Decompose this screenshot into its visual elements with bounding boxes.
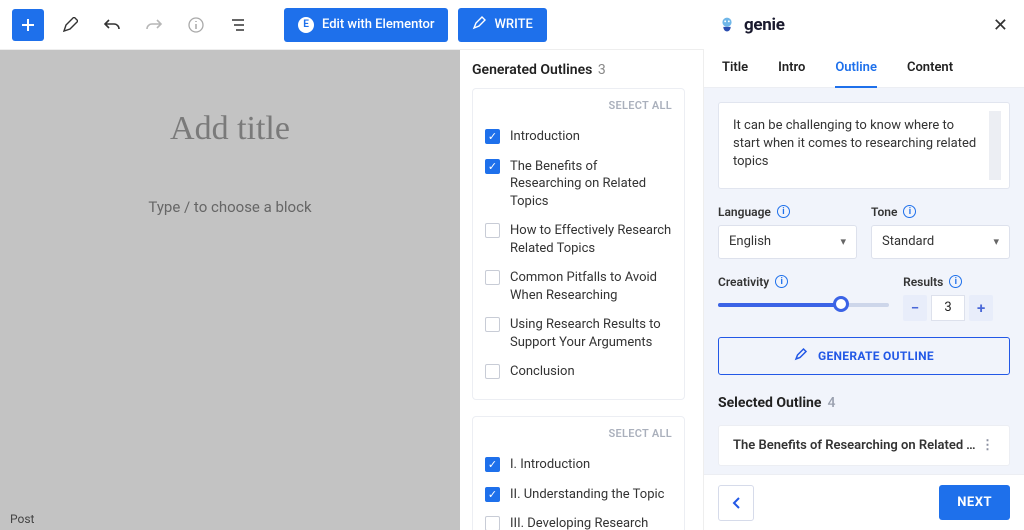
select-all-button[interactable]: SELECT ALL (485, 427, 672, 440)
checkbox[interactable] (485, 129, 500, 144)
back-button[interactable] (718, 485, 754, 521)
generated-outlines-heading: Generated Outlines 3 (472, 62, 685, 78)
outline-option[interactable]: Using Research Results to Support Your A… (485, 310, 672, 357)
outline-group-2: SELECT ALL I. Introduction II. Understand… (472, 416, 685, 530)
selected-outline-heading: Selected Outline 4 (718, 395, 1010, 411)
language-select[interactable]: English▾ (718, 225, 857, 259)
kebab-icon[interactable]: ⋮ (981, 438, 995, 453)
creativity-label: Creativityi (718, 275, 889, 289)
outline-option-label: Conclusion (510, 363, 575, 381)
write-label: WRITE (494, 17, 532, 32)
checkbox[interactable] (485, 270, 500, 285)
checkbox[interactable] (485, 159, 500, 174)
editor-canvas: Add title Type / to choose a block Post (0, 50, 460, 530)
tab-title[interactable]: Title (722, 50, 748, 87)
checkbox[interactable] (485, 223, 500, 238)
undo-button[interactable] (96, 9, 128, 41)
genie-tabs: Title Intro Outline Content (704, 50, 1024, 88)
results-value: 3 (931, 295, 965, 321)
checkbox[interactable] (485, 487, 500, 502)
outline-option[interactable]: The Benefits of Researching on Related T… (485, 152, 672, 217)
intro-text: It can be challenging to know where to s… (727, 111, 1001, 180)
results-label: Resultsi (903, 275, 1010, 289)
status-bar: Post (0, 508, 44, 530)
post-title-input[interactable]: Add title (0, 110, 460, 148)
block-placeholder[interactable]: Type / to choose a block (0, 198, 460, 216)
chevron-down-icon: ▾ (993, 235, 999, 248)
generated-outlines-panel: Generated Outlines 3 SELECT ALL Introduc… (460, 50, 704, 530)
info-icon[interactable] (180, 9, 212, 41)
write-icon (472, 16, 486, 34)
results-stepper: − 3 + (903, 295, 1010, 321)
checkbox[interactable] (485, 364, 500, 379)
genie-logo: genie (716, 14, 785, 36)
outline-option-label: Introduction (510, 128, 580, 146)
checkbox[interactable] (485, 457, 500, 472)
tab-outline[interactable]: Outline (835, 50, 877, 87)
redo-button[interactable] (138, 9, 170, 41)
edit-icon[interactable] (54, 9, 86, 41)
outline-group-1: SELECT ALL Introduction The Benefits of R… (472, 88, 685, 400)
select-all-button[interactable]: SELECT ALL (485, 99, 672, 112)
outline-option-label: The Benefits of Researching on Related T… (510, 158, 672, 211)
intro-preview-box: It can be challenging to know where to s… (718, 102, 1010, 189)
outline-option-label: Common Pitfalls to Avoid When Researchin… (510, 269, 672, 304)
outline-option[interactable]: II. Understanding the Topic (485, 480, 672, 510)
close-panel-button[interactable]: ✕ (989, 11, 1012, 40)
tab-intro[interactable]: Intro (778, 50, 805, 87)
outline-option-label: I. Introduction (510, 456, 590, 474)
outline-option[interactable]: Common Pitfalls to Avoid When Researchin… (485, 263, 672, 310)
outline-option-label: How to Effectively Research Related Topi… (510, 222, 672, 257)
tone-label: Tonei (871, 205, 1010, 219)
elementor-icon: E (298, 17, 314, 33)
creativity-slider[interactable] (718, 295, 889, 315)
checkbox[interactable] (485, 317, 500, 332)
chevron-down-icon: ▾ (840, 235, 846, 248)
language-label: Languagei (718, 205, 857, 219)
info-icon[interactable]: i (777, 205, 790, 218)
outline-option[interactable]: How to Effectively Research Related Topi… (485, 216, 672, 263)
generate-outline-button[interactable]: GENERATE OUTLINE (718, 337, 1010, 375)
checkbox[interactable] (485, 516, 500, 530)
next-button[interactable]: NEXT (939, 485, 1010, 520)
tab-content[interactable]: Content (907, 50, 953, 87)
add-block-button[interactable] (12, 9, 44, 41)
outline-option-label: Using Research Results to Support Your A… (510, 316, 672, 351)
outline-option-label: II. Understanding the Topic (510, 486, 664, 504)
outline-option[interactable]: Introduction (485, 122, 672, 152)
selected-outline-item[interactable]: The Benefits of Researching on Related T… (718, 425, 1010, 466)
results-decrement[interactable]: − (903, 295, 927, 321)
outline-option[interactable]: III. Developing Research Strategies (485, 509, 672, 530)
pencil-icon (794, 347, 808, 364)
info-icon[interactable]: i (903, 205, 916, 218)
outline-option[interactable]: I. Introduction (485, 450, 672, 480)
genie-panel: genie ✕ Title Intro Outline Content It c… (704, 0, 1024, 530)
write-button[interactable]: WRITE (458, 8, 546, 42)
outline-option[interactable]: Conclusion (485, 357, 672, 387)
results-increment[interactable]: + (969, 295, 993, 321)
info-icon[interactable]: i (949, 275, 962, 288)
elementor-label: Edit with Elementor (322, 17, 434, 32)
outline-option-label: III. Developing Research Strategies (510, 515, 672, 530)
outline-toggle-icon[interactable] (222, 9, 254, 41)
edit-elementor-button[interactable]: E Edit with Elementor (284, 8, 448, 42)
info-icon[interactable]: i (775, 275, 788, 288)
tone-select[interactable]: Standard▾ (871, 225, 1010, 259)
